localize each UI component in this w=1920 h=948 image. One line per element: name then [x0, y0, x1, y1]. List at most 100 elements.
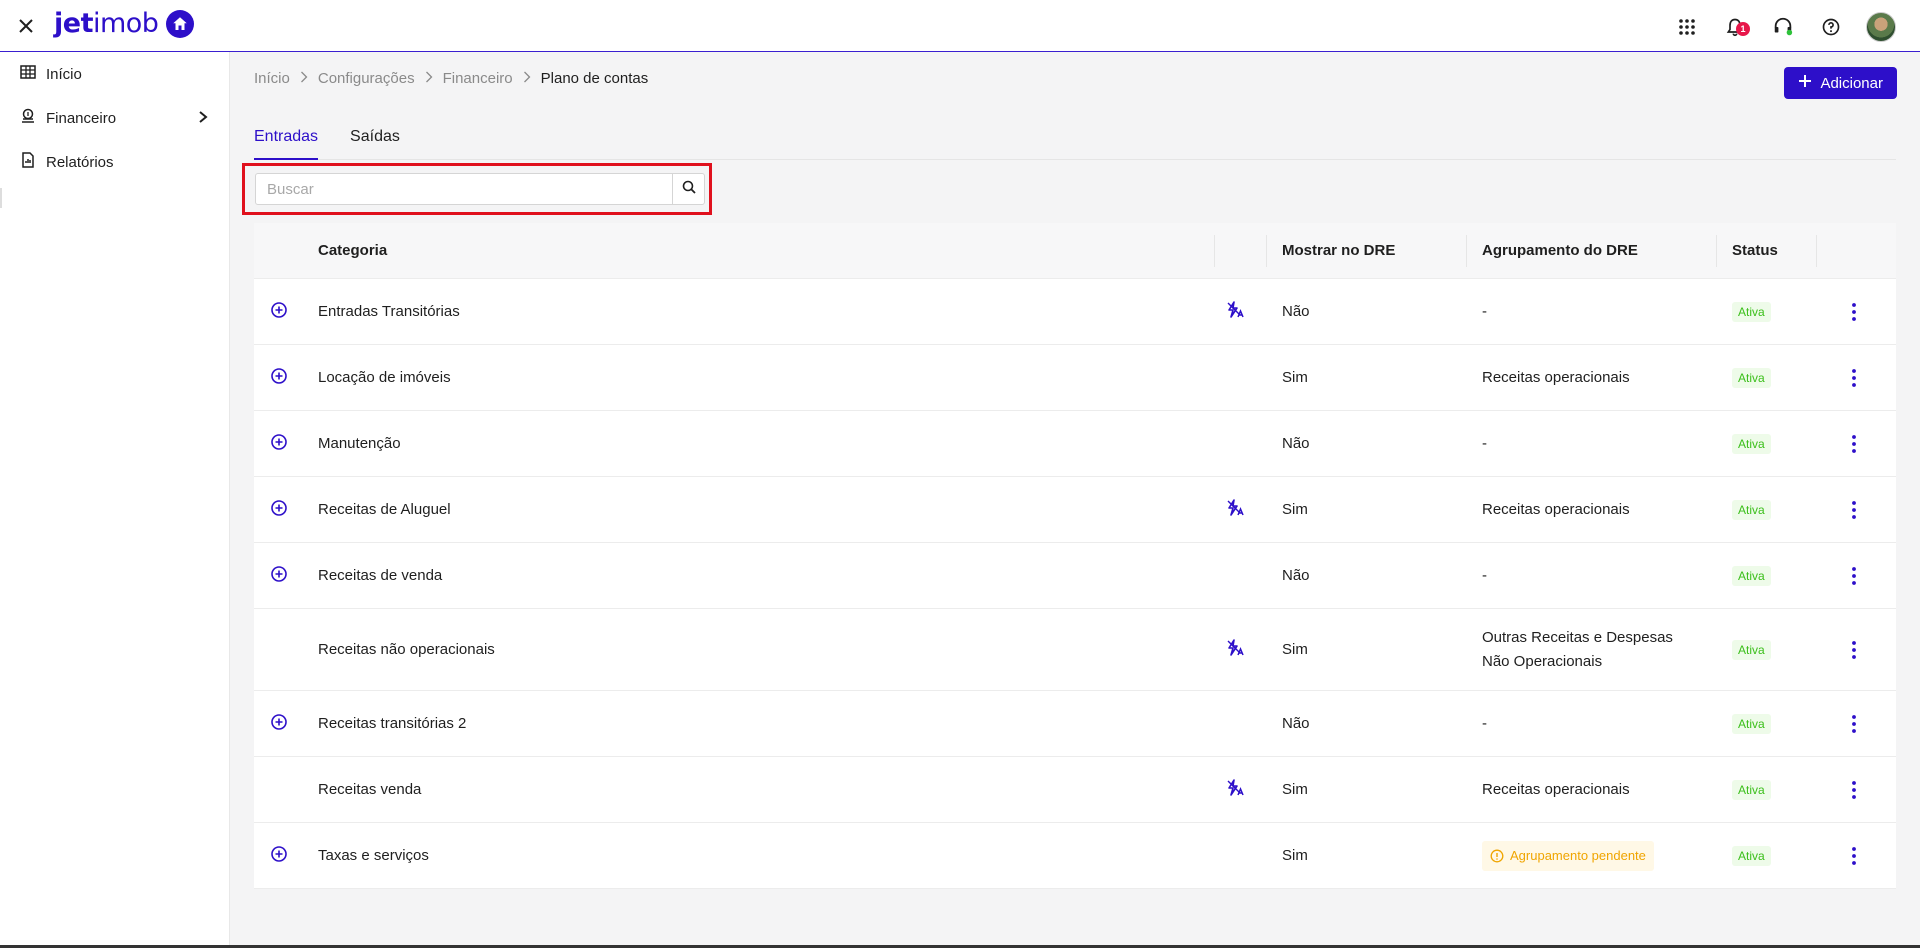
dre-group-value: Receitas operacionais — [1482, 500, 1630, 518]
auto-flash-icon — [1226, 300, 1246, 323]
dre-group-value: - — [1482, 434, 1487, 452]
notification-badge: 1 — [1736, 22, 1750, 36]
column-divider — [1266, 235, 1267, 267]
expand-circle-icon[interactable] — [270, 713, 288, 735]
status-badge: Ativa — [1732, 639, 1771, 660]
dre-group-value: - — [1482, 714, 1487, 732]
table-body: Entradas Transitórias Não - Ativa Locação de… — [254, 279, 1896, 889]
table-row[interactable]: Receitas venda Sim Receitas operacionais At… — [254, 757, 1896, 823]
status-badge: Ativa — [1732, 301, 1771, 322]
table-row[interactable]: Receitas de venda Não - Ativa — [254, 543, 1896, 609]
show-dre-value: Não — [1282, 715, 1310, 732]
more-vertical-icon[interactable] — [1842, 498, 1866, 522]
more-vertical-icon[interactable] — [1842, 844, 1866, 868]
show-dre-value: Sim — [1282, 369, 1308, 386]
table-row[interactable]: Receitas transitórias 2 Não - Ativa — [254, 691, 1896, 757]
category-name: Receitas de Aluguel — [318, 501, 451, 518]
add-button[interactable]: Adicionar — [1784, 67, 1897, 99]
plus-icon — [1798, 74, 1812, 92]
home-icon — [166, 9, 195, 38]
column-header-status: Status — [1732, 242, 1778, 259]
auto-flash-icon — [1226, 498, 1246, 521]
support-headset-icon[interactable] — [1770, 14, 1796, 40]
sidebar-item-label: Início — [46, 65, 82, 83]
column-divider — [1214, 235, 1215, 267]
more-vertical-icon[interactable] — [1842, 778, 1866, 802]
status-badge: Ativa — [1732, 367, 1771, 388]
sidebar-item-financeiro[interactable]: Financeiro — [0, 96, 229, 140]
table-row[interactable]: Entradas Transitórias Não - Ativa — [254, 279, 1896, 345]
dre-group-value: Outras Receitas e Despesas Não Operacion… — [1482, 628, 1673, 670]
warning-circle-icon — [1490, 849, 1504, 862]
search-input[interactable] — [256, 174, 672, 204]
more-vertical-icon[interactable] — [1842, 712, 1866, 736]
show-dre-value: Sim — [1282, 641, 1308, 658]
status-badge: Ativa — [1732, 565, 1771, 586]
show-dre-value: Não — [1282, 567, 1310, 584]
category-name: Taxas e serviços — [318, 847, 429, 864]
more-vertical-icon[interactable] — [1842, 300, 1866, 324]
expand-circle-icon[interactable] — [270, 565, 288, 587]
dre-group-value: Receitas operacionais — [1482, 780, 1630, 798]
status-badge: Ativa — [1732, 433, 1771, 454]
breadcrumb-item-configuracoes[interactable]: Configurações — [318, 70, 415, 87]
category-name: Receitas de venda — [318, 567, 443, 584]
money-icon — [20, 108, 36, 128]
status-badge: Ativa — [1732, 779, 1771, 800]
table-row[interactable]: Manutenção Não - Ativa — [254, 411, 1896, 477]
more-vertical-icon[interactable] — [1842, 564, 1866, 588]
tab-saidas[interactable]: Saídas — [350, 118, 400, 160]
grid-icon — [20, 64, 36, 84]
category-name: Receitas não operacionais — [318, 641, 495, 658]
sidebar-item-label: Relatórios — [46, 153, 114, 171]
expand-circle-icon[interactable] — [270, 845, 288, 867]
expand-circle-icon[interactable] — [270, 499, 288, 521]
expand-circle-icon[interactable] — [270, 301, 288, 323]
main-content: Início Configurações Financeiro Plano de… — [230, 52, 1920, 948]
status-badge: Ativa — [1732, 499, 1771, 520]
breadcrumb-item-financeiro[interactable]: Financeiro — [443, 70, 513, 87]
expand-circle-icon[interactable] — [270, 433, 288, 455]
column-header-show-dre: Mostrar no DRE — [1282, 242, 1396, 259]
table-row[interactable]: Receitas não operacionais Sim Outras Recei… — [254, 609, 1896, 691]
chevron-right-icon — [197, 110, 209, 128]
column-divider — [1716, 235, 1717, 267]
show-dre-value: Sim — [1282, 781, 1308, 798]
column-header-dre-group: Agrupamento do DRE — [1482, 241, 1638, 259]
category-name: Locação de imóveis — [318, 369, 451, 386]
expand-circle-icon[interactable] — [270, 367, 288, 389]
top-bar: jetimob 1 — [0, 0, 1920, 52]
pending-group-label: Agrupamento pendente — [1510, 847, 1646, 863]
more-vertical-icon[interactable] — [1842, 638, 1866, 662]
chevron-right-icon — [425, 70, 433, 87]
accounts-table: Categoria Mostrar no DRE Agrupamento do … — [254, 223, 1896, 889]
more-vertical-icon[interactable] — [1842, 432, 1866, 456]
chevron-right-icon — [300, 70, 308, 87]
bell-icon[interactable]: 1 — [1722, 14, 1750, 40]
more-vertical-icon[interactable] — [1842, 366, 1866, 390]
category-name: Receitas transitórias 2 — [318, 715, 467, 732]
user-avatar[interactable] — [1866, 12, 1896, 42]
sidebar-item-label: Financeiro — [46, 109, 117, 127]
help-icon[interactable] — [1818, 14, 1844, 40]
show-dre-value: Sim — [1282, 847, 1308, 864]
dre-group-value: - — [1482, 566, 1487, 584]
app-logo[interactable]: jetimob — [54, 8, 195, 39]
auto-flash-icon — [1226, 638, 1246, 661]
apps-grid-icon[interactable] — [1674, 14, 1700, 40]
tab-entradas[interactable]: Entradas — [254, 118, 319, 160]
sidebar-item-inicio[interactable]: Início — [0, 52, 229, 96]
sidebar-item-relatorios[interactable]: Relatórios — [0, 140, 229, 184]
table-header: Categoria Mostrar no DRE Agrupamento do … — [254, 223, 1896, 279]
breadcrumb-item-inicio[interactable]: Início — [254, 70, 290, 87]
close-icon[interactable] — [14, 14, 38, 38]
table-row[interactable]: Receitas de Aluguel Sim Receitas operacion… — [254, 477, 1896, 543]
table-row[interactable]: Taxas e serviços Sim Agrupamento pendente A… — [254, 823, 1896, 889]
column-header-category: Categoria — [318, 242, 388, 259]
status-badge: Ativa — [1732, 713, 1771, 734]
logo-text-light: imob — [92, 8, 159, 39]
search-button[interactable] — [672, 174, 704, 204]
table-row[interactable]: Locação de imóveis Sim Receitas operaciona… — [254, 345, 1896, 411]
category-name: Receitas venda — [318, 781, 422, 798]
column-divider — [1816, 235, 1817, 267]
